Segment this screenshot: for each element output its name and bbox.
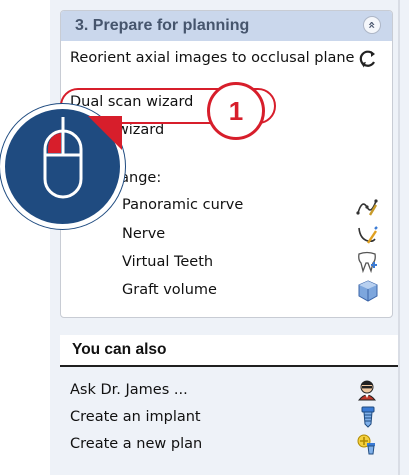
implant-icon[interactable] [357, 406, 379, 428]
reorient-link[interactable]: Reorient axial images to occlusal plane [70, 50, 354, 66]
graft-volume-link[interactable]: Graft volume [122, 282, 217, 298]
new-plan-icon[interactable] [356, 433, 378, 455]
you-can-also-header: You can also [60, 335, 398, 367]
nerve-link[interactable]: Nerve [122, 226, 165, 242]
create-implant-link[interactable]: Create an implant [70, 409, 201, 425]
panel-title: 3. Prepare for planning [75, 17, 250, 34]
collapse-icon: « [364, 21, 379, 29]
callout-pointer-corner [88, 116, 122, 150]
virtual-teeth-link[interactable]: Virtual Teeth [122, 254, 213, 270]
left-margin [0, 0, 50, 475]
step-number-badge: 1 [207, 82, 265, 140]
create-new-plan-link[interactable]: Create a new plan [70, 436, 202, 452]
ask-dr-james-link[interactable]: Ask Dr. James ... [70, 382, 188, 398]
reorient-icon[interactable] [357, 48, 379, 70]
virtual-teeth-icon[interactable] [356, 251, 378, 273]
collapse-button[interactable]: « [363, 16, 381, 34]
panoramic-curve-icon[interactable] [356, 196, 378, 218]
doctor-icon[interactable] [356, 379, 378, 401]
panoramic-curve-link[interactable]: Panoramic curve [122, 197, 243, 213]
panel-header[interactable]: 3. Prepare for planning [61, 11, 392, 41]
nerve-icon[interactable] [356, 224, 378, 246]
graft-volume-icon[interactable] [357, 280, 379, 302]
pane-border [398, 0, 400, 475]
you-can-also-title: You can also [72, 341, 167, 358]
